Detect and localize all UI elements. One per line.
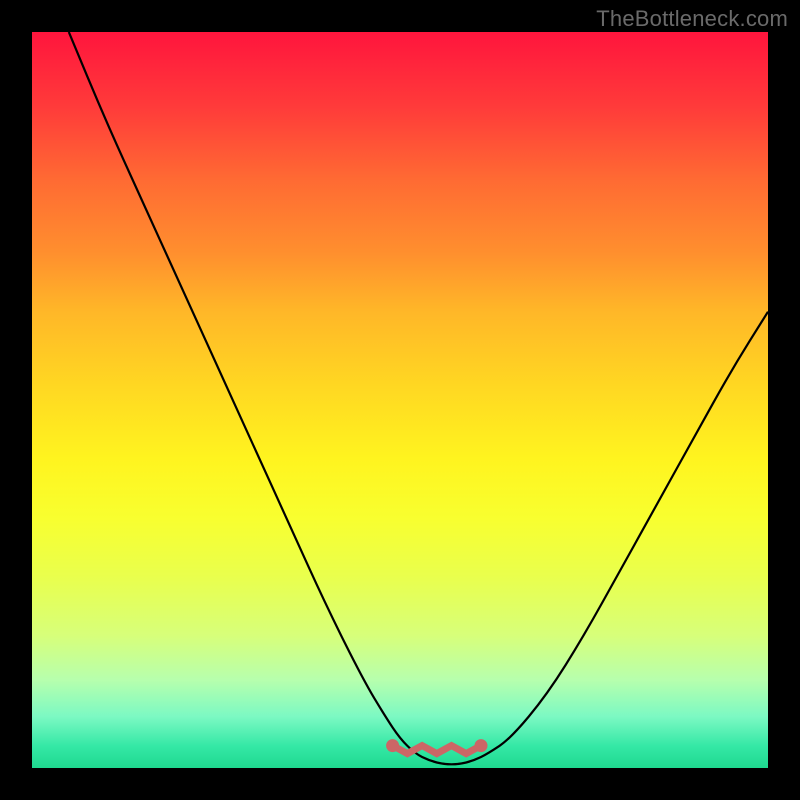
chart-svg: [32, 32, 768, 768]
plot-area: [32, 32, 768, 768]
optimal-zone-endpoint: [386, 739, 399, 752]
bottleneck-curve: [69, 32, 768, 764]
watermark-text: TheBottleneck.com: [596, 6, 788, 32]
chart-frame: TheBottleneck.com: [0, 0, 800, 800]
optimal-zone-line: [393, 746, 481, 754]
optimal-zone-endpoint: [475, 739, 488, 752]
